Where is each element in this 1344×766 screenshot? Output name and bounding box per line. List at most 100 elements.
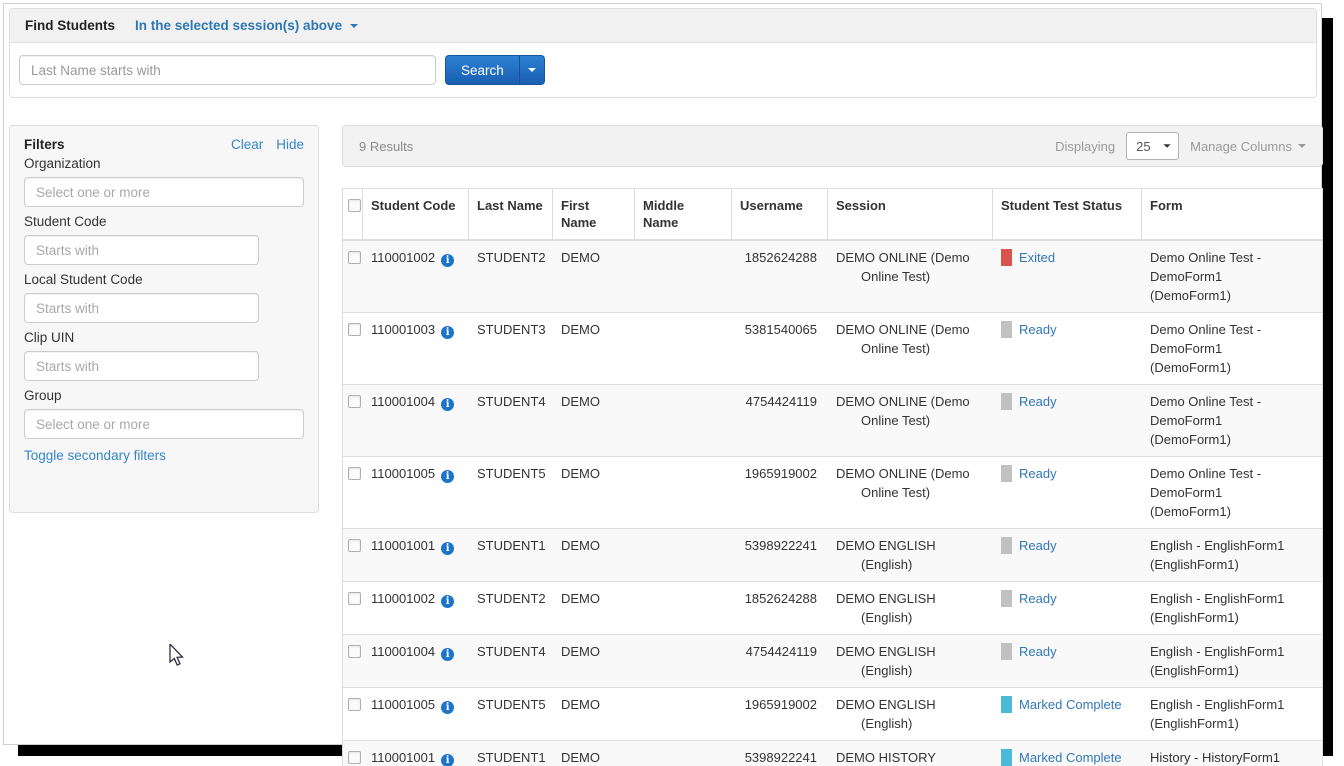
table-row: 110001001i STUDENT1 DEMO 5398922241 DEMO… bbox=[343, 741, 1322, 766]
row-select-cell bbox=[343, 457, 363, 528]
status-link[interactable]: Ready bbox=[1019, 320, 1057, 339]
middle-name-cell bbox=[635, 241, 732, 312]
session-value: DEMO ENGLISH (English) bbox=[836, 642, 976, 680]
status-square bbox=[1001, 590, 1012, 607]
status-link[interactable]: Ready bbox=[1019, 392, 1057, 411]
filters-hide-link[interactable]: Hide bbox=[276, 137, 304, 152]
status-link[interactable]: Marked Complete bbox=[1019, 695, 1122, 714]
info-icon[interactable]: i bbox=[441, 595, 454, 608]
status-link[interactable]: Ready bbox=[1019, 464, 1057, 483]
row-select-cell bbox=[343, 582, 363, 634]
username-cell: 4754424119 bbox=[732, 635, 828, 687]
row-checkbox[interactable] bbox=[348, 467, 361, 480]
local-student-code-filter-input[interactable] bbox=[24, 293, 259, 323]
status-link[interactable]: Marked Complete bbox=[1019, 748, 1122, 766]
search-options-caret-button[interactable] bbox=[519, 55, 545, 85]
status-link[interactable]: Ready bbox=[1019, 642, 1057, 661]
filter-label-organization: Organization bbox=[24, 156, 304, 171]
row-select-cell bbox=[343, 313, 363, 384]
status-square bbox=[1001, 249, 1012, 266]
row-checkbox[interactable] bbox=[348, 323, 361, 336]
student-code-value: 110001005 bbox=[371, 697, 435, 712]
page-size-value: 25 bbox=[1136, 139, 1150, 154]
student-code-value: 110001002 bbox=[371, 250, 435, 265]
session-cell: DEMO ONLINE (Demo Online Test) bbox=[828, 385, 993, 456]
select-all-cell bbox=[343, 189, 363, 239]
table-body: 110001002i STUDENT2 DEMO 1852624288 DEMO… bbox=[343, 241, 1322, 766]
info-icon[interactable]: i bbox=[441, 254, 454, 267]
info-icon[interactable]: i bbox=[441, 701, 454, 714]
info-icon[interactable]: i bbox=[441, 542, 454, 555]
filter-label-clip-uin: Clip UIN bbox=[24, 330, 304, 345]
chevron-down-icon bbox=[350, 24, 358, 28]
results-bar: 9 Results Displaying 25 Manage Columns bbox=[342, 125, 1323, 167]
session-cell: DEMO ENGLISH (English) bbox=[828, 688, 993, 740]
session-value: DEMO ENGLISH (English) bbox=[836, 536, 976, 574]
find-students-heading: Find Students In the selected session(s)… bbox=[10, 9, 1316, 43]
username-cell: 5398922241 bbox=[732, 741, 828, 766]
info-icon[interactable]: i bbox=[441, 648, 454, 661]
filter-label-local-student-code: Local Student Code bbox=[24, 272, 304, 287]
student-code-filter-input[interactable] bbox=[24, 235, 259, 265]
clip-uin-filter-input[interactable] bbox=[24, 351, 259, 381]
status-square bbox=[1001, 643, 1012, 660]
last-name-cell: STUDENT5 bbox=[469, 457, 553, 528]
status-link[interactable]: Ready bbox=[1019, 536, 1057, 555]
column-header-student-code: Student Code bbox=[363, 189, 469, 239]
info-icon[interactable]: i bbox=[441, 754, 454, 766]
form-cell: Demo Online Test - DemoForm1 (DemoForm1) bbox=[1142, 457, 1322, 528]
info-icon[interactable]: i bbox=[441, 326, 454, 339]
student-code-cell: 110001005i bbox=[363, 457, 469, 528]
status-link[interactable]: Exited bbox=[1019, 248, 1055, 267]
first-name-cell: DEMO bbox=[553, 385, 635, 456]
status-cell: Ready bbox=[993, 385, 1142, 456]
row-checkbox[interactable] bbox=[348, 751, 361, 764]
page-size-select[interactable]: 25 bbox=[1126, 132, 1179, 160]
select-all-checkbox[interactable] bbox=[348, 199, 361, 212]
session-value: DEMO ONLINE (Demo Online Test) bbox=[836, 248, 976, 286]
first-name-cell: DEMO bbox=[553, 457, 635, 528]
username-cell: 4754424119 bbox=[732, 385, 828, 456]
group-filter-input[interactable] bbox=[24, 409, 304, 439]
table-row: 110001005i STUDENT5 DEMO 1965919002 DEMO… bbox=[343, 688, 1322, 741]
row-checkbox[interactable] bbox=[348, 539, 361, 552]
results-count: 9 Results bbox=[359, 139, 413, 154]
manage-columns-dropdown[interactable]: Manage Columns bbox=[1190, 139, 1306, 154]
status-square bbox=[1001, 749, 1012, 766]
column-header-last-name: Last Name bbox=[469, 189, 553, 239]
toggle-secondary-filters-link[interactable]: Toggle secondary filters bbox=[24, 448, 166, 463]
first-name-cell: DEMO bbox=[553, 313, 635, 384]
row-checkbox[interactable] bbox=[348, 645, 361, 658]
row-checkbox[interactable] bbox=[348, 698, 361, 711]
status-cell: Marked Complete bbox=[993, 688, 1142, 740]
status-cell: Marked Complete bbox=[993, 741, 1142, 766]
session-value: DEMO ONLINE (Demo Online Test) bbox=[836, 320, 976, 358]
status-cell: Exited bbox=[993, 241, 1142, 312]
filters-clear-link[interactable]: Clear bbox=[231, 137, 263, 152]
info-icon[interactable]: i bbox=[441, 398, 454, 411]
session-cell: DEMO ENGLISH (English) bbox=[828, 529, 993, 581]
student-code-value: 110001002 bbox=[371, 591, 435, 606]
row-checkbox[interactable] bbox=[348, 395, 361, 408]
search-button[interactable]: Search bbox=[445, 55, 519, 85]
row-checkbox[interactable] bbox=[348, 251, 361, 264]
row-select-cell bbox=[343, 241, 363, 312]
row-checkbox[interactable] bbox=[348, 592, 361, 605]
table-row: 110001005i STUDENT5 DEMO 1965919002 DEMO… bbox=[343, 457, 1322, 529]
info-icon[interactable]: i bbox=[441, 470, 454, 483]
student-code-cell: 110001004i bbox=[363, 635, 469, 687]
displaying-label: Displaying bbox=[1055, 139, 1115, 154]
status-link[interactable]: Ready bbox=[1019, 589, 1057, 608]
status-cell: Ready bbox=[993, 313, 1142, 384]
organization-filter-input[interactable] bbox=[24, 177, 304, 207]
middle-name-cell bbox=[635, 313, 732, 384]
last-name-cell: STUDENT5 bbox=[469, 688, 553, 740]
search-scope-dropdown[interactable]: In the selected session(s) above bbox=[135, 18, 358, 33]
session-cell: DEMO ONLINE (Demo Online Test) bbox=[828, 313, 993, 384]
row-select-cell bbox=[343, 635, 363, 687]
last-name-search-input[interactable] bbox=[19, 55, 436, 85]
column-header-student-test-status: Student Test Status bbox=[993, 189, 1142, 239]
find-students-body: Search bbox=[10, 43, 1316, 97]
find-students-panel: Find Students In the selected session(s)… bbox=[9, 8, 1317, 98]
column-header-middle-name: Middle Name bbox=[635, 189, 732, 239]
